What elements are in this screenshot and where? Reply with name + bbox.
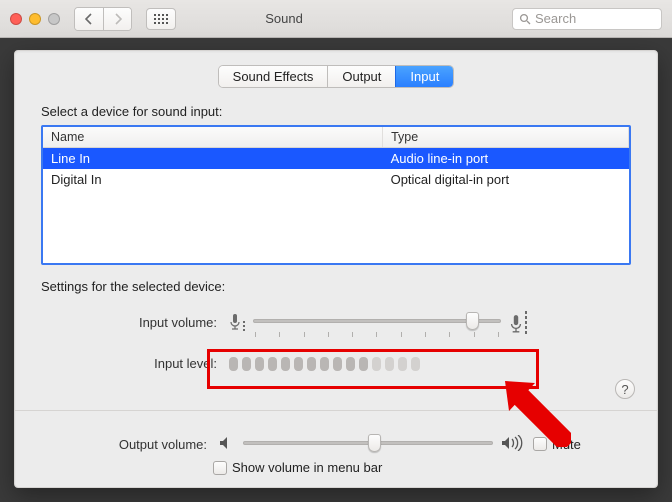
output-volume-slider[interactable] (243, 434, 493, 454)
window-controls (10, 13, 60, 25)
search-placeholder: Search (535, 11, 576, 26)
tab-input[interactable]: Input (395, 66, 453, 87)
input-level-meter (223, 357, 533, 371)
input-level-label: Input level: (41, 356, 223, 371)
show-volume-menubar-checkbox[interactable]: Show volume in menu bar (213, 460, 382, 475)
speaker-high-icon (501, 435, 523, 454)
zoom-icon[interactable] (48, 13, 60, 25)
divider (15, 410, 657, 411)
minimize-icon[interactable] (29, 13, 41, 25)
col-type[interactable]: Type (383, 127, 629, 148)
mute-checkbox[interactable]: Mute (533, 437, 581, 452)
close-icon[interactable] (10, 13, 22, 25)
col-name[interactable]: Name (43, 127, 383, 148)
input-volume-row: Input volume: (15, 300, 657, 344)
search-icon (519, 13, 531, 25)
output-volume-row: Output volume: Mute (37, 434, 635, 454)
tab-bar: Sound Effects Output Input (15, 65, 657, 88)
tab-sound-effects[interactable]: Sound Effects (219, 66, 328, 87)
input-device-heading: Select a device for sound input: (41, 104, 631, 119)
mic-high-icon (509, 311, 527, 334)
input-volume-slider[interactable] (223, 302, 533, 342)
titlebar: Sound Search (0, 0, 672, 38)
output-volume-label: Output volume: (37, 437, 213, 452)
window-title: Sound (64, 11, 504, 26)
help-button[interactable]: ? (615, 379, 635, 399)
input-level-row: Input level: (15, 354, 657, 373)
input-device-table[interactable]: Name Type Line In Audio line-in port Dig… (41, 125, 631, 265)
tab-output[interactable]: Output (327, 66, 395, 87)
table-row[interactable]: Line In Audio line-in port (43, 148, 629, 170)
output-volume-thumb[interactable] (368, 434, 381, 452)
search-input[interactable]: Search (512, 8, 662, 30)
preference-pane: Sound Effects Output Input Select a devi… (14, 50, 658, 488)
table-row[interactable]: Digital In Optical digital-in port (43, 169, 629, 190)
input-volume-label: Input volume: (41, 315, 223, 330)
speaker-low-icon (219, 436, 235, 453)
menu-bar-row: Show volume in menu bar (37, 454, 635, 475)
mic-low-icon (229, 313, 245, 331)
input-volume-thumb[interactable] (466, 312, 479, 330)
settings-heading: Settings for the selected device: (15, 265, 657, 300)
